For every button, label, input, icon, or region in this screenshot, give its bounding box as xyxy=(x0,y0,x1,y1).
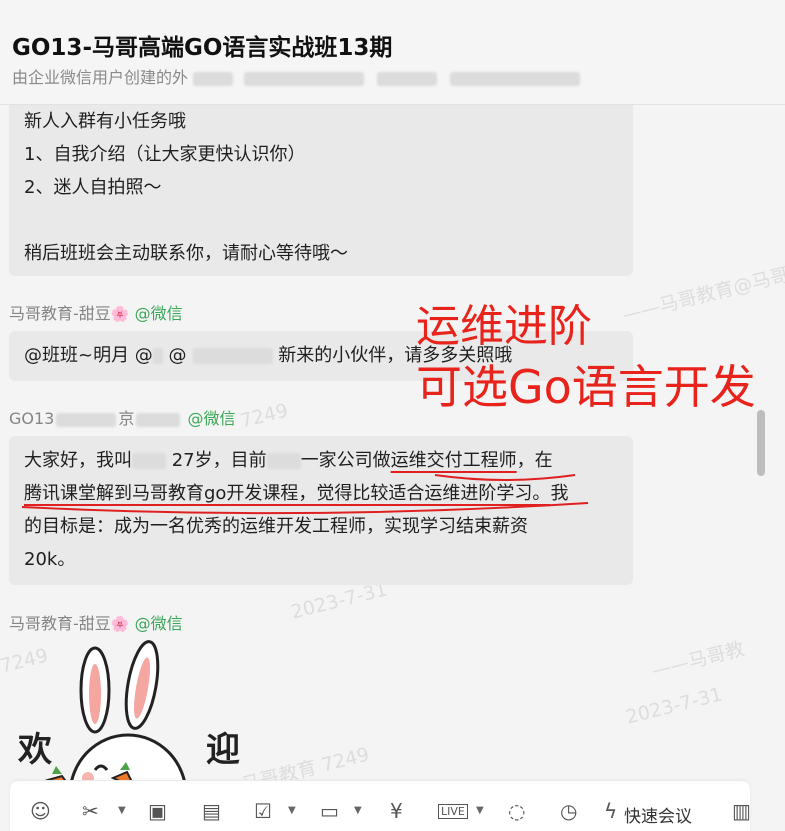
chat-header: GO13-马哥高端GO语言实战班13期 由企业微信用户创建的外 xyxy=(0,0,785,105)
chevron-down-icon[interactable]: ▼ xyxy=(288,805,296,816)
money-icon[interactable]: ¥ xyxy=(390,799,403,823)
image-icon[interactable]: ▣ xyxy=(148,799,167,823)
chat-bubble-icon[interactable]: ◌ xyxy=(508,799,525,823)
scissors-icon[interactable]: ✂ xyxy=(82,799,99,823)
chevron-down-icon[interactable]: ▼ xyxy=(354,805,362,816)
group-subtitle: 由企业微信用户创建的外 xyxy=(12,64,581,88)
subtitle-text: 由企业微信用户创建的外 xyxy=(12,68,189,87)
folder-icon[interactable]: ▭ xyxy=(320,799,339,823)
live-icon[interactable]: LIVE xyxy=(438,804,468,819)
lightning-icon[interactable]: ϟ xyxy=(604,799,617,823)
redacted-block xyxy=(450,71,581,86)
more-icon[interactable]: ▥ xyxy=(732,799,751,823)
document-icon[interactable]: ▤ xyxy=(202,799,221,823)
group-title[interactable]: GO13-马哥高端GO语言实战班13期 xyxy=(12,28,392,62)
emoji-icon[interactable]: ☺ xyxy=(30,799,51,823)
redacted-block xyxy=(193,71,234,86)
clock-icon[interactable]: ◷ xyxy=(560,799,577,823)
quick-meeting-button[interactable]: 快速会议 xyxy=(624,802,692,827)
chevron-down-icon[interactable]: ▼ xyxy=(476,805,484,816)
scrollbar[interactable] xyxy=(757,410,765,476)
underline-marks xyxy=(21,474,589,515)
redacted-block xyxy=(244,71,365,86)
composer-toolbar: ☺ ✂ ▼ ▣ ▤ ☑ ▼ ▭ ▼ ¥ LIVE ▼ ◌ ◷ ϟ 快速会议 ▥ xyxy=(10,781,751,831)
message-list[interactable]: ——马哥教育@马哥 2023- 2023-7-31 7249 2023-7-31… xyxy=(0,105,785,780)
redacted-block xyxy=(377,71,438,86)
calendar-icon[interactable]: ☑ xyxy=(254,799,272,823)
chevron-down-icon[interactable]: ▼ xyxy=(118,805,126,816)
